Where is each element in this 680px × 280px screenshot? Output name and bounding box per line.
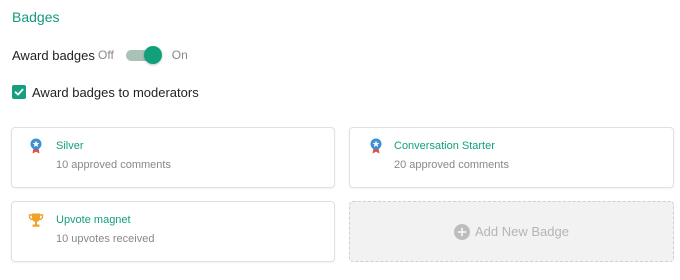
plus-circle-icon	[454, 223, 471, 240]
badge-description: 10 approved comments	[56, 159, 171, 171]
award-moderators-checkbox[interactable]	[12, 85, 26, 99]
badge-description: 20 approved comments	[394, 159, 509, 171]
badge-name: Silver	[56, 140, 84, 152]
section-title: Badges	[12, 9, 60, 25]
silver-medal-icon	[30, 138, 42, 154]
blue-medal-icon	[370, 138, 382, 154]
badge-description: 10 upvotes received	[56, 233, 155, 245]
add-new-badge-label: Add New Badge	[475, 224, 569, 239]
toggle-on-label: On	[171, 48, 188, 62]
award-badges-toggle[interactable]	[125, 46, 162, 64]
badge-card-conversation-starter[interactable]: Conversation Starter 20 approved comment…	[349, 127, 674, 188]
award-moderators-row[interactable]: Award badges to moderators	[12, 84, 199, 100]
badge-name: Conversation Starter	[394, 140, 495, 152]
award-badges-label: Award badges	[12, 47, 95, 63]
badge-name: Upvote magnet	[56, 214, 131, 226]
award-moderators-label: Award badges to moderators	[32, 84, 199, 100]
badge-card-silver[interactable]: Silver 10 approved comments	[11, 127, 335, 188]
trophy-icon	[28, 213, 44, 227]
toggle-off-label: Off	[98, 48, 114, 62]
award-badges-row: Award badges Off On	[12, 46, 188, 64]
badge-card-upvote-magnet[interactable]: Upvote magnet 10 upvotes received	[11, 201, 335, 262]
checkmark-icon	[14, 88, 24, 96]
add-new-badge-button[interactable]: Add New Badge	[349, 201, 674, 262]
toggle-knob	[143, 46, 162, 64]
